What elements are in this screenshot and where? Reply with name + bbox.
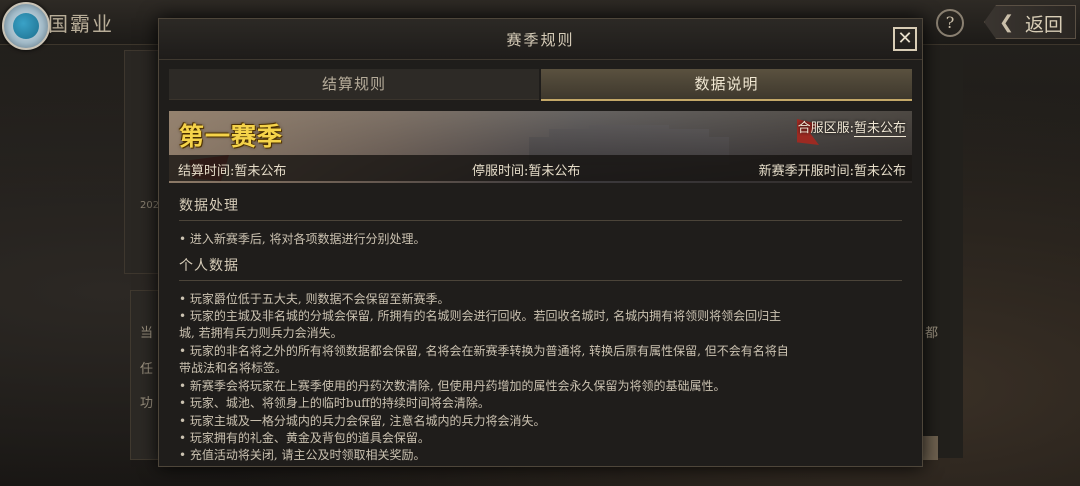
season-rules-modal: 赛季规则 ✕ 结算规则 数据说明 第一赛季 合服区服:暂未公布 结算时间:暂未公… [158, 18, 923, 467]
divider [179, 220, 902, 221]
right-bg-button [922, 436, 938, 460]
merge-label: 合服区服: [797, 121, 854, 136]
left-bg-char: 任 [140, 362, 154, 377]
rule-line: • 玩家拥有的礼金、黄金及背包的道具会保留。 [179, 431, 430, 445]
season-times-row: 结算时间:暂未公布 停服时间:暂未公布 新赛季开服时间:暂未公布 [169, 155, 912, 181]
rule-line: • 玩家的主城及非名城的分城会保留, 所拥有的名城则会进行回收。若回收名城时, … [179, 309, 782, 323]
right-background-panel [922, 50, 963, 458]
rule-line: • 进入新赛季后, 将对各项数据进行分别处理。 [179, 232, 426, 246]
season-name: 第一赛季 [179, 122, 284, 151]
new-season-open-time: 新赛季开服时间:暂未公布 [758, 164, 906, 179]
settle-time: 结算时间:暂未公布 [178, 164, 287, 179]
close-button[interactable]: ✕ [893, 27, 917, 51]
game-title: 国霸业 [48, 12, 114, 36]
back-label: 返回 [1025, 14, 1064, 36]
merge-server-info: 合服区服:暂未公布 [797, 117, 906, 137]
left-bg-char: 当 [140, 326, 154, 341]
left-background-panel [124, 50, 162, 274]
rule-line: • 新赛季会将玩家在上赛季使用的丹药次数清除, 但使用丹药增加的属性会永久保留为… [179, 379, 726, 393]
right-bg-char: 都 [925, 326, 939, 341]
modal-tabs: 结算规则 数据说明 [169, 69, 912, 101]
left-year-text: 202 [140, 200, 160, 211]
left-bg-char: 功 [140, 396, 154, 411]
rule-line: 城, 若拥有兵力则兵力会消失。 [179, 326, 343, 340]
player-avatar[interactable] [2, 2, 50, 50]
merge-value: 暂未公布 [853, 121, 906, 137]
tab-settlement-rules[interactable]: 结算规则 [169, 69, 539, 100]
rule-line: • 玩家的非名将之外的所有将领数据都会保留, 名将会在新赛季转换为普通将, 转换… [179, 344, 789, 358]
modal-title: 赛季规则 [506, 31, 575, 49]
back-button[interactable]: ❮ 返回 [984, 5, 1076, 39]
shutdown-time: 停服时间:暂未公布 [472, 164, 581, 179]
rule-line: • 玩家爵位低于五大夫, 则数据不会保留至新赛季。 [179, 292, 450, 306]
rule-line: • 充值活动将关闭, 请主公及时领取相关奖励。 [179, 448, 426, 462]
rule-line: • 玩家主城及一格分城内的兵力会保留, 注意名城内的兵力将会消失。 [179, 414, 546, 428]
rule-line: • 玩家、城池、将领身上的临时buff的持续时间将会清除。 [179, 396, 490, 410]
back-arrow-icon: ❮ [999, 12, 1015, 33]
section-heading-personal-data: 个人数据 [179, 258, 239, 274]
season-banner: 第一赛季 合服区服:暂未公布 结算时间:暂未公布 停服时间:暂未公布 新赛季开服… [169, 111, 912, 183]
help-button[interactable]: ? [936, 9, 964, 37]
section-heading-data-processing: 数据处理 [179, 198, 239, 214]
divider [179, 280, 902, 281]
tab-data-description[interactable]: 数据说明 [541, 69, 912, 101]
modal-header: 赛季规则 ✕ [159, 19, 922, 60]
rule-line: 带战法和名将标签。 [179, 361, 288, 375]
avatar-emblem-icon [13, 13, 39, 39]
